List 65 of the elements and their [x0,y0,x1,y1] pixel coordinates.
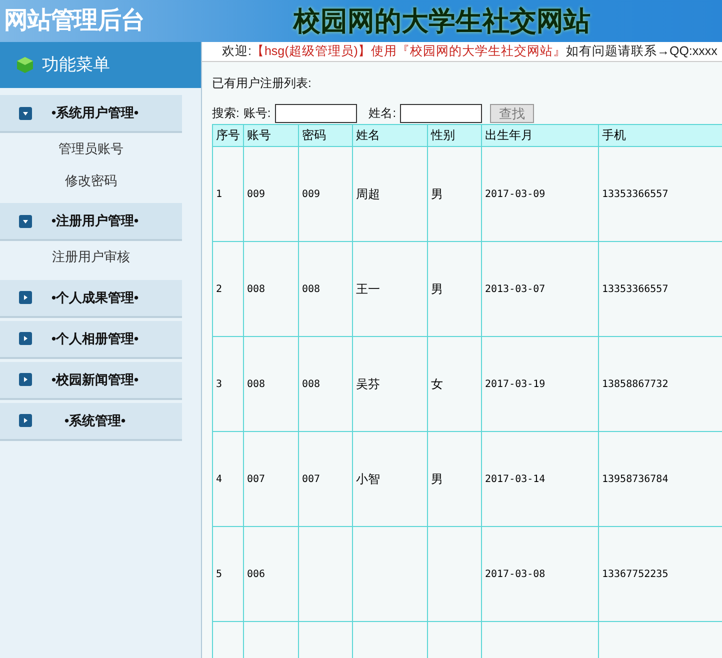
caret-icon [19,332,32,345]
table-cell: 2017-03-19 [485,378,546,390]
column-header: 手机 [598,124,722,146]
table-cell: 008 [302,378,320,390]
table-cell: 男 [431,472,443,486]
table-cell: 2017-03-08 [485,568,546,580]
menu-group-header[interactable]: •个人成果管理• [0,280,182,318]
caret-icon [19,106,32,120]
menu-group-header[interactable]: •注册用户管理• [0,203,182,241]
table-cell: 006 [247,568,266,580]
table-cell: 13353366557 [602,284,668,294]
column-header: 密码 [298,124,352,146]
table-cell: 男 [431,186,443,200]
table-cell: 男 [431,282,443,296]
menu-item[interactable]: 管理员账号 [0,133,182,164]
table-cell: 5 [216,568,222,580]
table-cell: 小智 [356,472,380,486]
table-cell: 女 [431,376,443,390]
menu-group-header[interactable]: •个人相册管理• [0,320,182,358]
caret-icon [19,291,32,304]
account-field[interactable] [274,104,357,123]
caret-icon [19,414,32,427]
table-cell: 2013-03-07 [485,284,546,294]
table-cell: 吴芬 [356,376,380,390]
account-label: 账号: [243,105,271,122]
column-header: 性别 [428,124,482,146]
table-cell: 4 [216,474,222,484]
menu-group-header[interactable]: •系统用户管理• [0,95,182,133]
site-title: 校园网的大学生社交网站 [294,4,590,38]
table-cell: 王一 [356,282,380,296]
cube-icon [16,56,34,74]
menu-item[interactable]: 注册用户审核 [0,241,182,272]
caret-icon [19,373,32,386]
table-cell: 3 [216,378,222,390]
table-cell: 008 [247,378,266,390]
table-cell: 2017-03-14 [485,474,546,484]
table-cell: 008 [302,284,320,294]
table-cell: 007 [302,474,320,484]
sidebar-title: 功能菜单 [42,54,110,76]
table-cell: 13367752235 [602,568,668,580]
column-header: 账号 [244,124,298,146]
search-label: 搜索: [212,105,240,122]
name-field[interactable] [400,104,482,123]
column-header: 出生年月 [482,124,598,146]
menu-item[interactable]: 修改密码 [0,164,182,196]
table-cell: 13353366557 [602,188,668,200]
welcome-text: 欢迎:【hsg(超级管理员)】使用『校园网的大学生社交网站』如有问题请联系→QQ:xxxx [222,43,718,60]
table-cell: 008 [247,284,266,294]
menu-group-header[interactable]: •校园新闻管理• [0,362,182,400]
table-cell: 周超 [356,186,380,200]
table-cell: 009 [247,188,266,200]
column-header: 序号 [212,124,244,146]
table-cell: 009 [302,188,320,200]
table-cell: 2 [216,284,222,294]
column-header: 姓名 [352,124,428,146]
table-cell: 13858867732 [602,378,668,390]
menu-group-header[interactable]: •系统管理• [0,402,182,440]
caret-icon [19,214,32,228]
list-title: 已有用户注册列表: [212,74,312,92]
table-cell: 2017-03-09 [485,188,546,200]
table-cell: 1 [216,188,222,200]
app-title: 网站管理后台 [4,7,144,34]
name-label: 姓名: [368,105,396,122]
table-cell: 13958736784 [602,474,668,484]
table-cell: 007 [247,474,266,484]
